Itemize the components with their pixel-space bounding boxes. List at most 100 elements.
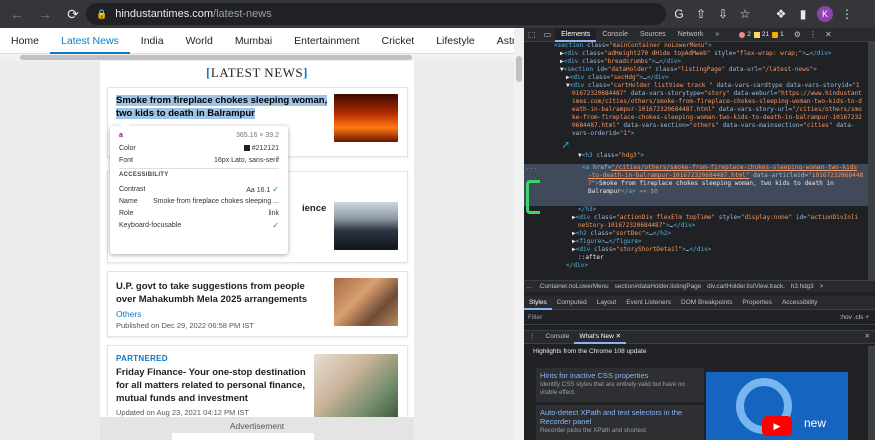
info-badge[interactable]: 1 bbox=[772, 31, 784, 38]
nav-india[interactable]: India bbox=[130, 28, 175, 54]
whats-new-video-thumbnail[interactable]: ▶ new bbox=[706, 372, 848, 440]
dom-line[interactable]: </div> bbox=[566, 262, 588, 270]
horizontal-scrollbar[interactable] bbox=[0, 54, 514, 61]
dom-line[interactable]: neStory-101672320684487">…</div> bbox=[578, 222, 695, 230]
dom-line[interactable]: 7">Smoke from fireplace chokes sleeping … bbox=[588, 180, 834, 188]
dom-line[interactable]: ▶<div class="breadcrumbs">…</div> bbox=[560, 58, 681, 66]
tab-sources[interactable]: Sources bbox=[634, 28, 672, 42]
dom-line[interactable]: ▶<figure>…</figure> bbox=[572, 238, 642, 246]
dom-line[interactable]: eath-in-balrampur-101672320684487.html" … bbox=[572, 106, 862, 114]
nav-world[interactable]: World bbox=[175, 28, 224, 54]
dom-line[interactable]: vars-orderid="1"> bbox=[572, 130, 634, 138]
more-tabs-button[interactable]: » bbox=[709, 28, 725, 42]
breadcrumb-item[interactable]: .Container.noLowerMenu bbox=[535, 283, 611, 290]
speaker-image[interactable] bbox=[334, 202, 398, 250]
menu-kebab-icon[interactable]: ⋮ bbox=[836, 4, 858, 24]
drawer-tab-console[interactable]: Console bbox=[541, 330, 575, 344]
dom-line[interactable]: <section class="mainContainer noLowerMen… bbox=[554, 42, 712, 50]
forward-arrow-icon[interactable]: → bbox=[34, 3, 56, 25]
nav-lifestyle[interactable]: Lifestyle bbox=[425, 28, 486, 54]
breadcrumb-item[interactable]: > bbox=[817, 283, 827, 290]
article-title[interactable]: Smoke from fireplace chokes sleeping wom… bbox=[116, 94, 330, 120]
gear-icon[interactable]: ⚙ bbox=[790, 30, 805, 39]
puzzle-icon[interactable]: ❖ bbox=[770, 4, 792, 24]
dom-line[interactable]: ke-from-fireplace-chokes-sleeping-woman-… bbox=[572, 114, 862, 122]
fire-image[interactable] bbox=[334, 94, 398, 142]
article-title[interactable]: ience bbox=[302, 202, 326, 215]
dom-scrollbar[interactable] bbox=[868, 42, 875, 280]
whats-new-card[interactable]: Auto-detect XPath and text selectors in … bbox=[536, 405, 704, 440]
dom-line[interactable]: ::after bbox=[578, 254, 604, 262]
dom-line[interactable]: ▼<section id="dataHolder" class="listing… bbox=[560, 66, 817, 74]
dom-line[interactable]: ▶<h2 class="sortDec">…</h2> bbox=[572, 230, 671, 238]
filter-tools[interactable]: :hov .cls + bbox=[840, 314, 869, 321]
warnings-badge[interactable]: 21 bbox=[753, 31, 769, 38]
dom-line[interactable]: Balrampur</a> == $0 bbox=[588, 188, 658, 196]
whats-new-title[interactable]: Auto-detect XPath and text selectors in … bbox=[540, 408, 700, 426]
scroll-thumb[interactable] bbox=[516, 56, 522, 82]
dom-line[interactable]: 01672320684487" data-vars-storytype="sto… bbox=[572, 90, 862, 98]
woman-phone-image[interactable] bbox=[314, 354, 398, 418]
kebab-icon[interactable]: ⋮ bbox=[805, 30, 821, 39]
device-toolbar-icon[interactable]: ▭ bbox=[540, 30, 556, 39]
nav-home[interactable]: Home bbox=[0, 28, 50, 54]
inspect-icon[interactable]: ⬚ bbox=[524, 30, 540, 39]
nav-mumbai[interactable]: Mumbai bbox=[224, 28, 283, 54]
tab-layout[interactable]: Layout bbox=[592, 296, 622, 310]
tab-elements[interactable]: Elements bbox=[555, 28, 597, 42]
play-icon[interactable]: ▶ bbox=[762, 416, 792, 436]
close-icon[interactable]: ✕ bbox=[616, 333, 621, 340]
breadcrumb-item[interactable]: ... bbox=[524, 283, 535, 290]
dom-line[interactable]: ▶<div class="actionDiv flexElm topTime" … bbox=[572, 214, 858, 222]
article-title[interactable]: U.P. govt to take suggestions from peopl… bbox=[116, 280, 326, 306]
drawer-scrollbar[interactable] bbox=[868, 346, 875, 440]
tab-accessibility[interactable]: Accessibility bbox=[777, 296, 822, 310]
dom-line[interactable]: </h3> bbox=[578, 206, 596, 214]
drawer-kebab-icon[interactable]: ⋮ bbox=[524, 330, 541, 344]
tab-dom-breakpoints[interactable]: DOM Breakpoints bbox=[676, 296, 737, 310]
drawer-tab-whats-new[interactable]: What's New ✕ bbox=[574, 330, 627, 344]
filter-input[interactable]: Filter bbox=[528, 314, 542, 321]
reload-icon[interactable]: ⟳ bbox=[62, 3, 84, 25]
breadcrumb-item[interactable]: h3.hdg3 bbox=[788, 283, 817, 290]
star-icon[interactable]: ☆ bbox=[734, 4, 756, 24]
article-section[interactable]: Others bbox=[116, 309, 142, 319]
tab-computed[interactable]: Computed bbox=[552, 296, 592, 310]
crowd-image[interactable] bbox=[334, 278, 398, 326]
vertical-scrollbar[interactable] bbox=[514, 28, 524, 440]
google-icon[interactable]: G bbox=[668, 4, 690, 24]
nav-cricket[interactable]: Cricket bbox=[371, 28, 426, 54]
tab-event-listeners[interactable]: Event Listeners bbox=[621, 296, 676, 310]
dom-line[interactable]: ▼<div class="cartHolder listView track "… bbox=[566, 82, 860, 90]
profile-button[interactable]: K bbox=[814, 4, 836, 24]
tab-styles[interactable]: Styles bbox=[524, 296, 552, 310]
tab-console[interactable]: Console bbox=[596, 28, 634, 42]
whats-new-card[interactable]: Hints for inactive CSS properties Identi… bbox=[536, 368, 704, 402]
news-card[interactable]: U.P. govt to take suggestions from peopl… bbox=[107, 271, 408, 337]
dom-line[interactable]: ▼<h3 class="hdg3"> bbox=[578, 152, 644, 160]
dom-line[interactable]: 0684487.html" data-vars-section="others"… bbox=[572, 122, 855, 130]
tab-network[interactable]: Network bbox=[672, 28, 710, 42]
share-icon[interactable]: ⇧ bbox=[690, 4, 712, 24]
dom-line[interactable]: -to-death-in-balrampur-101672320684487.h… bbox=[588, 172, 863, 180]
scroll-thumb[interactable] bbox=[20, 55, 412, 60]
dom-line[interactable]: imes.com/cities/others/smoke-from-firepl… bbox=[572, 98, 862, 106]
dom-line[interactable]: ▶<div class="storyShortDetail">…</div> bbox=[572, 246, 711, 254]
dom-line[interactable]: ▶<div class="adHeight270 dHide topAdMweb… bbox=[560, 50, 832, 58]
sidepanel-icon[interactable]: ▮ bbox=[792, 4, 814, 24]
dom-line[interactable]: <a href="/cities/others/smoke-from-firep… bbox=[582, 164, 857, 172]
errors-badge[interactable]: 2 bbox=[739, 31, 751, 38]
install-icon[interactable]: ⇩ bbox=[712, 4, 734, 24]
drawer-close-icon[interactable]: ✕ bbox=[860, 330, 875, 344]
ad-slot[interactable] bbox=[172, 433, 314, 440]
close-icon[interactable]: ✕ bbox=[821, 30, 836, 39]
nav-latest-news[interactable]: Latest News bbox=[50, 28, 130, 54]
dom-line[interactable]: ▶<div class="secHdg">…</div> bbox=[566, 74, 669, 82]
whats-new-title[interactable]: Hints for inactive CSS properties bbox=[540, 371, 700, 380]
back-arrow-icon[interactable]: ← bbox=[6, 3, 28, 25]
nav-entertainment[interactable]: Entertainment bbox=[283, 28, 370, 54]
address-bar[interactable]: 🔒 hindustantimes.com/latest-news bbox=[86, 3, 666, 25]
breadcrumb-item[interactable]: section#dataHolder.listingPage bbox=[612, 283, 704, 290]
breadcrumb-item[interactable]: div.cartHolder.listView.track. bbox=[704, 283, 788, 290]
article-title[interactable]: Friday Finance- Your one-stop destinatio… bbox=[116, 366, 312, 405]
